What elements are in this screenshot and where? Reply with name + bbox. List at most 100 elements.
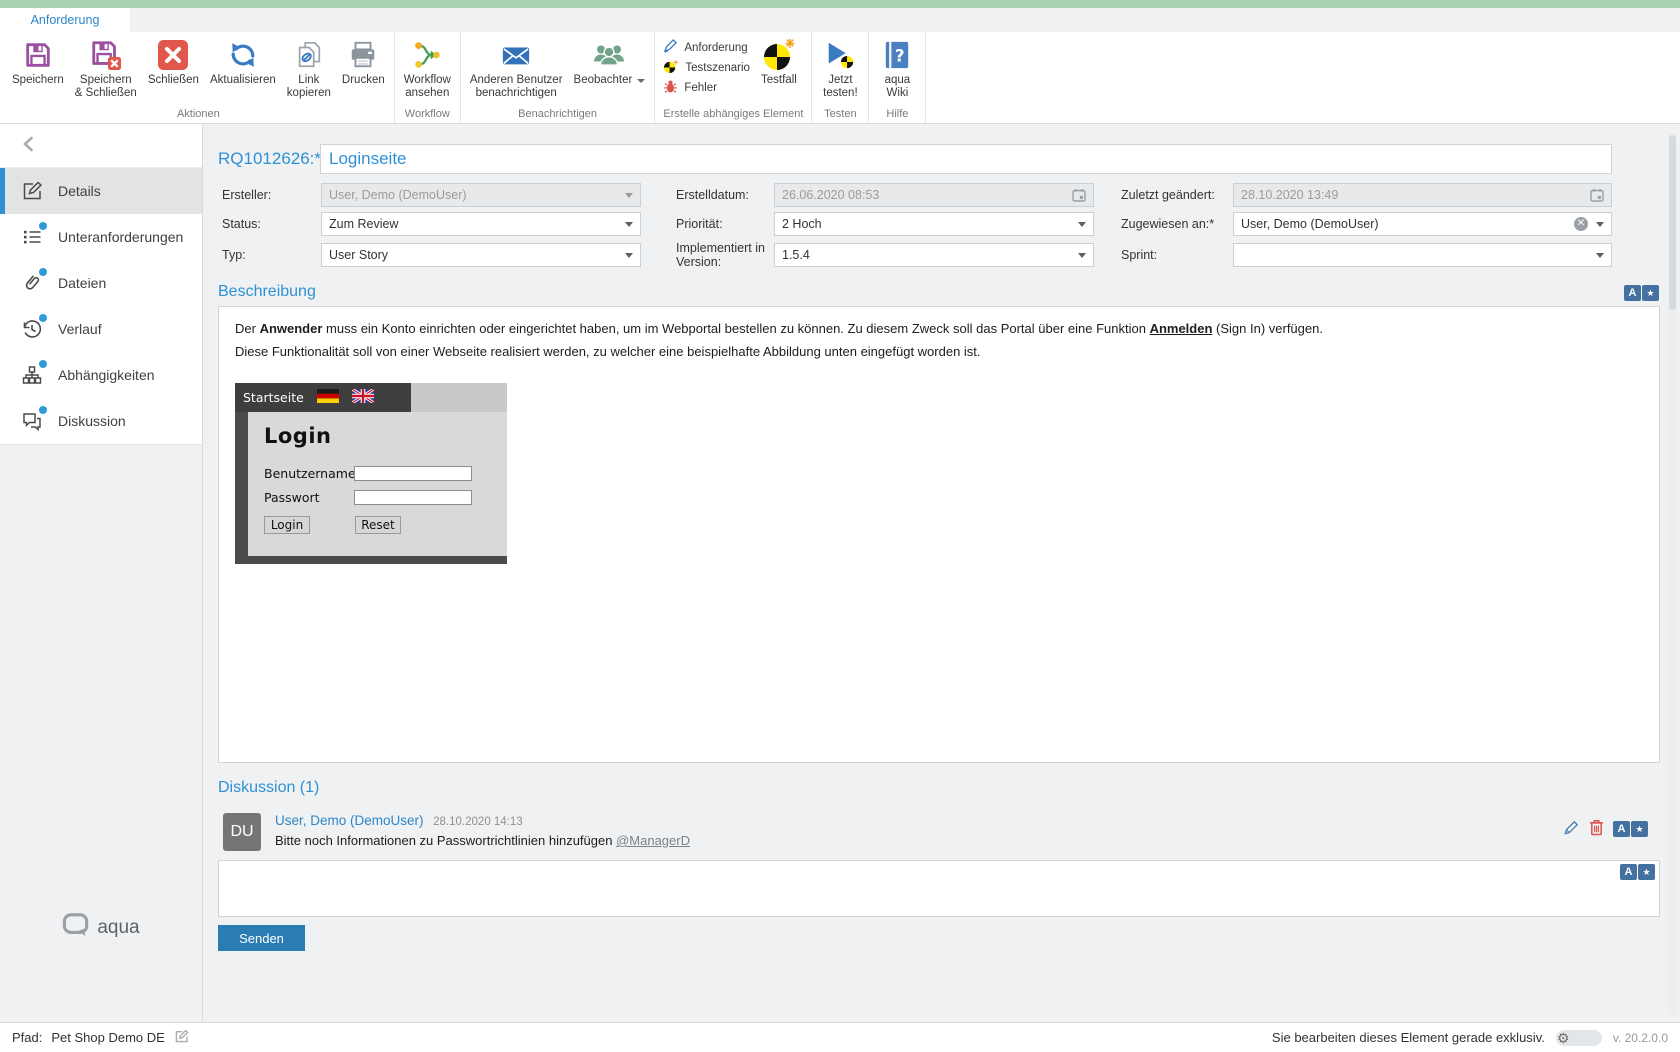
chevron-down-icon	[1078, 253, 1086, 258]
close-button[interactable]: Schließen	[143, 35, 204, 87]
ersteller-dropdown: User, Demo (DemoUser)	[321, 183, 641, 207]
create-testscenario-item[interactable]: Testszenario	[659, 58, 754, 78]
text-tools: A ★	[1620, 864, 1655, 880]
clear-icon[interactable]: ✕	[1574, 217, 1588, 231]
translate-star-button[interactable]: ★	[1631, 821, 1648, 837]
field-label-status: Status:	[218, 212, 321, 236]
mail-icon	[500, 38, 532, 71]
format-a-button[interactable]: A	[1620, 864, 1637, 880]
screenshot-username-input	[354, 466, 472, 481]
refresh-button[interactable]: Aktualisieren	[205, 35, 281, 87]
erstelldatum-field: 26.06.2020 08:53	[774, 183, 1094, 207]
sidebar-item-unteranforderungen[interactable]: Unteranforderungen	[0, 214, 202, 260]
screenshot-navbar: Startseite	[235, 383, 507, 412]
aqua-wiki-button[interactable]: ? aquaWiki	[873, 35, 921, 100]
translate-star-button[interactable]: ★	[1638, 864, 1655, 880]
app-window: Anforderung Speichern Speichern& Schließ…	[0, 0, 1680, 1052]
field-label-ersteller: Ersteller:	[218, 183, 321, 207]
screenshot-password-input	[354, 490, 472, 505]
ribbon-group-actions: Speichern Speichern& Schließen Schließen	[3, 32, 395, 123]
comment-author-link[interactable]: User, Demo (DemoUser)	[275, 813, 424, 828]
sidebar-item-dateien[interactable]: Dateien	[0, 260, 202, 306]
ribbon-group-label: Testen	[816, 108, 864, 122]
screenshot-username-label: Benutzername	[264, 466, 354, 481]
sidebar-item-label: Verlauf	[58, 321, 102, 337]
send-comment-button[interactable]: Senden	[218, 925, 305, 951]
create-testcase-button[interactable]: Testfall	[755, 35, 803, 87]
test-now-button[interactable]: Jetzttesten!	[816, 35, 864, 100]
zugewiesen-dropdown[interactable]: User, Demo (DemoUser) ✕	[1233, 212, 1612, 236]
prioritaet-dropdown[interactable]: 2 Hoch	[774, 212, 1094, 236]
save-button[interactable]: Speichern	[7, 35, 69, 87]
title-input[interactable]	[320, 144, 1612, 174]
scrollbar-thumb[interactable]	[1669, 135, 1676, 310]
title-row: RQ1012626:*	[218, 144, 1660, 174]
watchers-button[interactable]: Beobachter	[569, 35, 651, 87]
sidebar-item-abhaengigkeiten[interactable]: Abhängigkeiten	[0, 352, 202, 398]
print-button[interactable]: Drucken	[337, 35, 390, 87]
ribbon-tab-anforderung[interactable]: Anforderung	[0, 8, 130, 32]
sidebar-item-diskussion[interactable]: Diskussion	[0, 398, 202, 444]
collapse-sidebar-button[interactable]	[0, 124, 202, 168]
field-label-zuletzt: Zuletzt geändert:	[1094, 183, 1233, 207]
sidebar-item-label: Diskussion	[58, 413, 126, 429]
notify-user-button[interactable]: Anderen Benutzerbenachrichtigen	[465, 35, 568, 100]
wiki-book-icon: ?	[883, 38, 911, 71]
status-dropdown[interactable]: Zum Review	[321, 212, 641, 236]
chevron-down-icon	[625, 253, 633, 258]
format-a-button[interactable]: A	[1624, 285, 1641, 301]
aqua-logo-text: aqua	[97, 917, 139, 939]
ribbon-group-label: Erstelle abhängiges Element	[659, 108, 807, 122]
notification-dot	[39, 406, 47, 414]
sidebar-item-label: Unteranforderungen	[58, 229, 183, 245]
sidebar-item-label: Abhängigkeiten	[58, 367, 155, 383]
version-dropdown[interactable]: 1.5.4	[774, 243, 1094, 267]
screenshot-nav-tab: Startseite	[243, 390, 304, 405]
chevron-down-icon	[637, 79, 645, 83]
chevron-down-icon	[1596, 253, 1604, 258]
chevron-down-icon	[625, 222, 633, 227]
comment-input[interactable]	[219, 861, 1659, 916]
comment-text: Bitte noch Informationen zu Passwortrich…	[275, 833, 690, 848]
settings-gear-toggle[interactable]: ⚙	[1556, 1030, 1602, 1046]
avatar: DU	[223, 813, 261, 851]
field-label-sprint: Sprint:	[1094, 241, 1233, 269]
discussion-bubbles-icon	[21, 410, 43, 432]
version-label: v. 20.2.0.0	[1613, 1031, 1668, 1045]
field-label-prioritaet: Priorität:	[641, 212, 774, 236]
edit-path-icon[interactable]	[174, 1029, 189, 1047]
save-close-button[interactable]: Speichern& Schließen	[70, 35, 142, 100]
field-label-erstelldatum: Erstelldatum:	[641, 183, 774, 207]
mention-link[interactable]: @ManagerD	[616, 833, 690, 848]
paperclip-icon	[21, 272, 43, 294]
view-workflow-button[interactable]: Workflowansehen	[399, 35, 456, 100]
vertical-scrollbar[interactable]	[1668, 133, 1677, 1016]
notification-dot	[39, 314, 47, 322]
description-editor[interactable]: Der Anwender muss ein Konto einrichten o…	[218, 306, 1660, 763]
notification-dot	[39, 360, 47, 368]
sidebar-item-details[interactable]: Details	[0, 168, 202, 214]
ribbon-group-label: Aktionen	[7, 108, 390, 122]
delete-comment-button[interactable]	[1589, 819, 1604, 839]
new-comment-box: A ★	[218, 860, 1660, 917]
typ-dropdown[interactable]: User Story	[321, 243, 641, 267]
sidebar-item-verlauf[interactable]: Verlauf	[0, 306, 202, 352]
screenshot-login-heading: Login	[264, 424, 507, 448]
status-bar: Pfad: Pet Shop Demo DE Sie bearbeiten di…	[0, 1022, 1680, 1052]
path-label: Pfad:	[12, 1030, 42, 1045]
format-a-button[interactable]: A	[1613, 821, 1630, 837]
play-test-icon	[824, 38, 856, 71]
ribbon-toolbar: Speichern Speichern& Schließen Schließen	[0, 32, 1680, 124]
create-defect-item[interactable]: Fehler	[659, 78, 754, 98]
screenshot-reset-button: Reset	[355, 516, 401, 534]
translate-star-button[interactable]: ★	[1642, 285, 1659, 301]
chevron-down-icon	[1078, 222, 1086, 227]
gear-icon: ⚙	[1557, 1031, 1570, 1045]
sprint-dropdown[interactable]	[1233, 243, 1612, 267]
copy-link-button[interactable]: Linkkopieren	[282, 35, 336, 100]
sidebar: Details Unteranforderungen Dateien	[0, 124, 203, 1022]
calendar-icon	[1072, 188, 1086, 202]
close-icon	[158, 38, 188, 71]
edit-comment-button[interactable]	[1563, 819, 1580, 839]
create-requirement-item[interactable]: Anforderung	[659, 38, 754, 58]
